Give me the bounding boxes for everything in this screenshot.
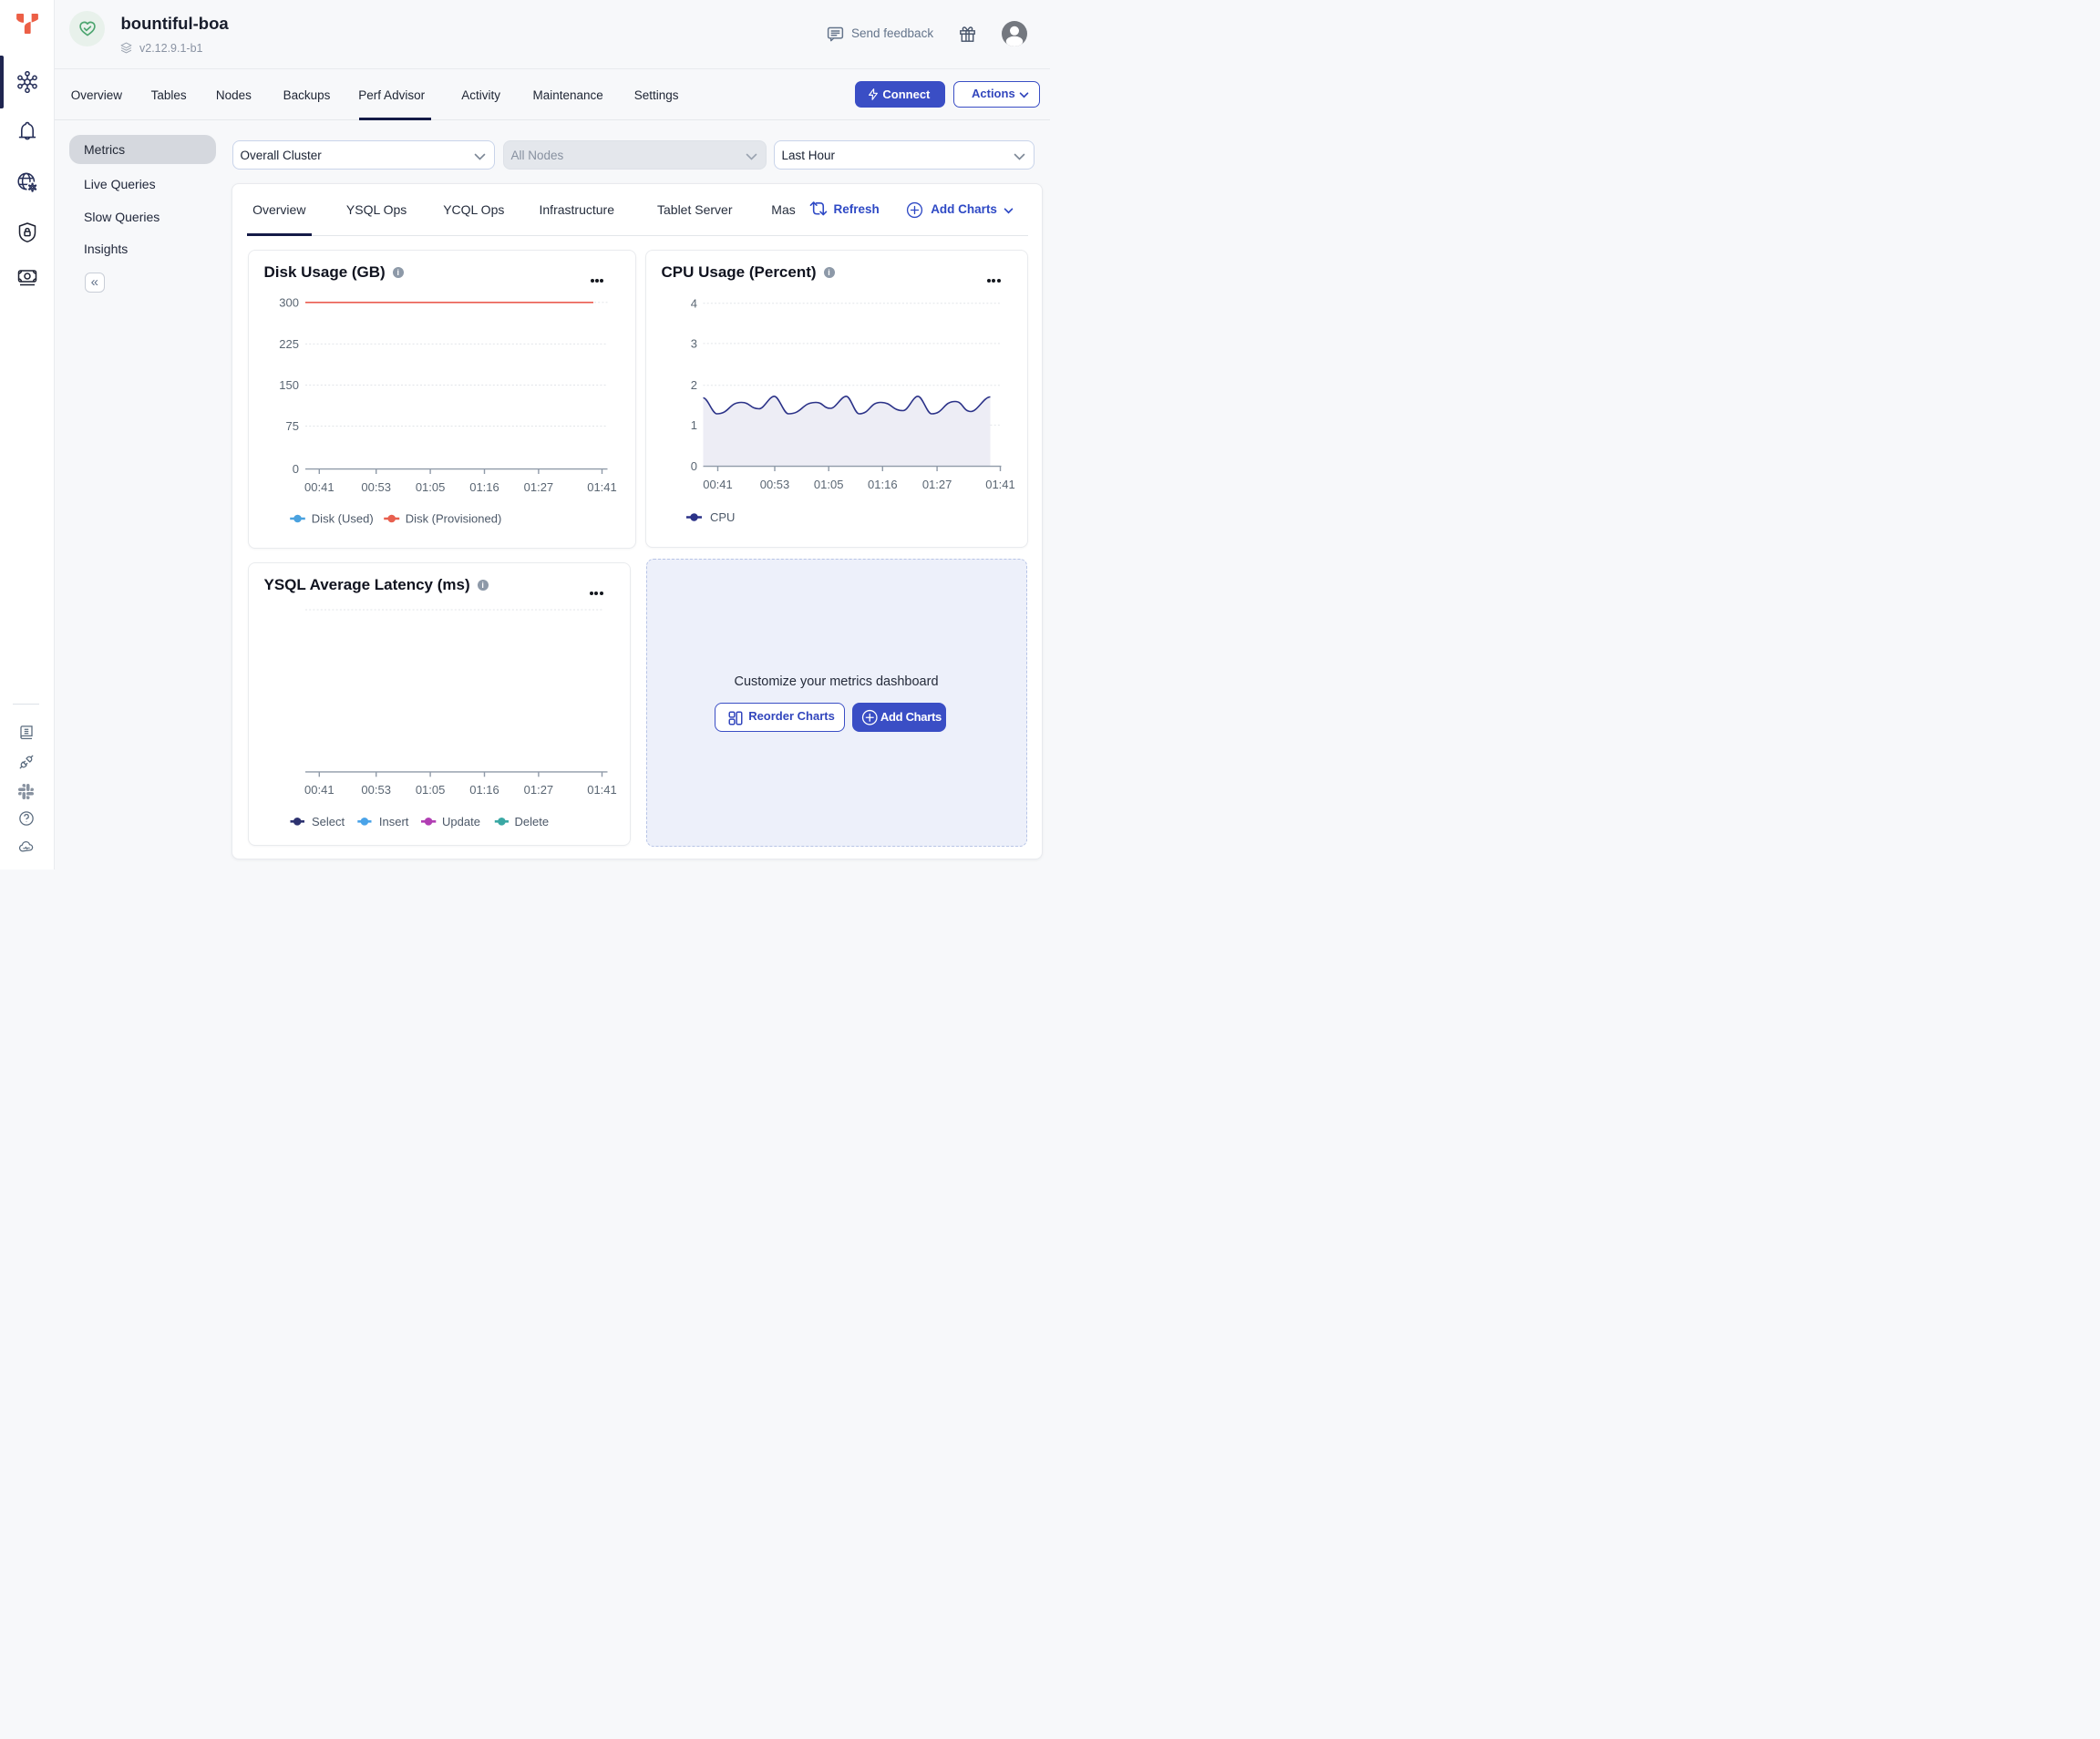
svg-text:1: 1 <box>690 418 696 432</box>
svg-text:75: 75 <box>285 419 298 433</box>
svg-text:Update: Update <box>442 815 480 828</box>
svg-text:300: 300 <box>279 296 299 310</box>
svg-text:Disk (Used): Disk (Used) <box>311 512 373 526</box>
svg-text:01:05: 01:05 <box>813 478 843 491</box>
svg-text:01:05: 01:05 <box>415 783 445 797</box>
svg-text:150: 150 <box>279 378 299 392</box>
svg-text:01:27: 01:27 <box>921 478 952 491</box>
svg-text:Disk (Provisioned): Disk (Provisioned) <box>405 512 500 526</box>
svg-text:01:27: 01:27 <box>523 480 553 494</box>
svg-text:3: 3 <box>690 336 696 350</box>
svg-text:01:05: 01:05 <box>415 480 445 494</box>
svg-text:0: 0 <box>690 459 696 473</box>
svg-text:01:16: 01:16 <box>469 480 499 494</box>
svg-text:01:16: 01:16 <box>469 783 499 797</box>
svg-text:4: 4 <box>690 296 696 310</box>
svg-text:Select: Select <box>312 815 345 828</box>
svg-text:00:53: 00:53 <box>361 480 391 494</box>
svg-text:00:41: 00:41 <box>304 783 335 797</box>
svg-text:01:16: 01:16 <box>868 478 898 491</box>
svg-text:0: 0 <box>292 462 298 476</box>
svg-text:00:53: 00:53 <box>759 478 789 491</box>
svg-text:225: 225 <box>279 337 299 351</box>
svg-text:01:27: 01:27 <box>523 783 553 797</box>
svg-text:Delete: Delete <box>514 815 549 828</box>
svg-text:Insert: Insert <box>378 815 408 828</box>
svg-text:01:41: 01:41 <box>985 478 1015 491</box>
svg-text:CPU: CPU <box>710 510 735 524</box>
svg-text:01:41: 01:41 <box>587 480 617 494</box>
svg-text:2: 2 <box>690 378 696 392</box>
svg-text:00:53: 00:53 <box>361 783 391 797</box>
svg-text:00:41: 00:41 <box>304 480 335 494</box>
svg-text:00:41: 00:41 <box>703 478 733 491</box>
svg-text:01:41: 01:41 <box>587 783 617 797</box>
